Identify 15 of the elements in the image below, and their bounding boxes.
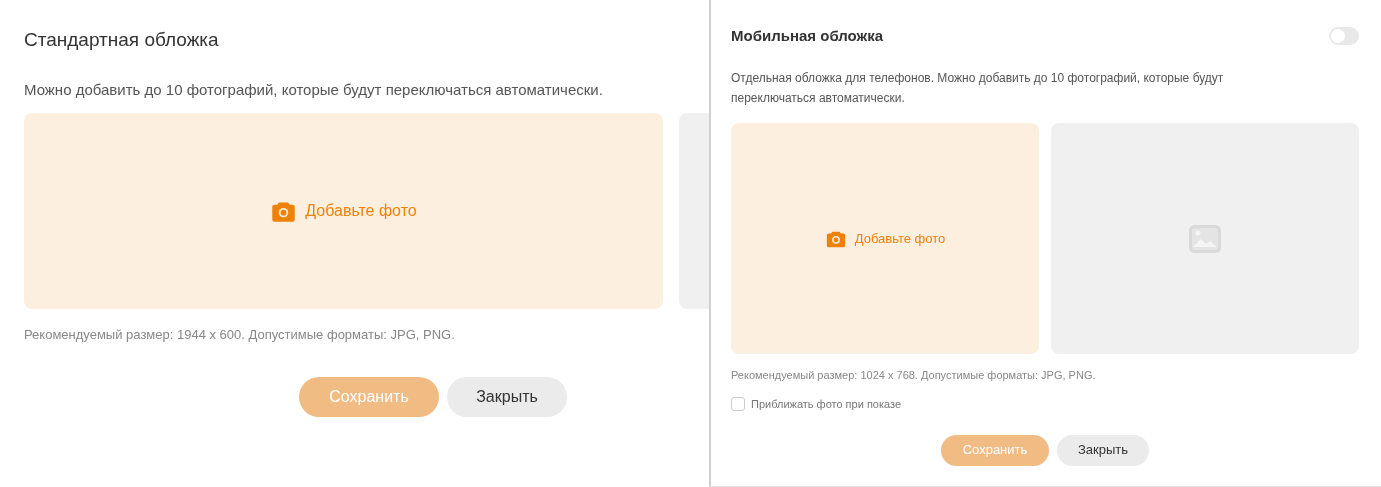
checkbox[interactable] [731, 397, 745, 412]
close-button[interactable]: Закрыть [447, 377, 567, 417]
checkbox-label: Приближать фото при показе [751, 397, 902, 412]
close-button[interactable]: Закрыть [1057, 434, 1149, 466]
hint-text: Рекомендуемый размер: 1944 x 600. Допустимые форматы: JPG, PNG. [24, 327, 456, 343]
dialog-title: Стандартная обложка [24, 28, 220, 52]
photo-upload-area[interactable]: Добавьте фото [731, 123, 1039, 354]
save-button[interactable]: Сохранить [941, 434, 1049, 466]
description: Можно добавить до 10 фотографий, которые будут переключаться автоматически. [24, 80, 604, 100]
hint-text: Рекомендуемый размер: 1024 x 768. Допустимые форматы: JPG, PNG. [731, 368, 1097, 383]
save-button[interactable]: Сохранить [299, 377, 439, 417]
description: Отдельная обложка для телефонов. Можно добавить до 10 фотографий, которые будут переключаться автоматически. [731, 70, 1225, 107]
image-icon [1189, 224, 1221, 253]
photo-upload-area[interactable]: Добавьте фото [24, 113, 663, 309]
dialog-title: Мобильная обложка [731, 25, 884, 46]
